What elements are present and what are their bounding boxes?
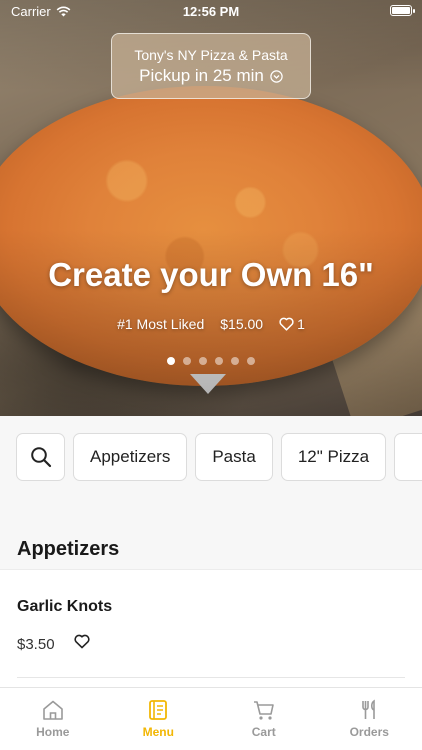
menu-item[interactable]: Garlic Knots $3.50 bbox=[0, 569, 422, 687]
cart-icon bbox=[252, 699, 276, 721]
section-title: Appetizers bbox=[17, 538, 120, 560]
category-pasta[interactable]: Pasta bbox=[195, 433, 273, 481]
category-12-pizza[interactable]: 12" Pizza bbox=[280, 433, 387, 481]
tab-label: Orders bbox=[349, 725, 389, 739]
featured-price: $15.00 bbox=[220, 316, 264, 332]
search-icon bbox=[30, 446, 52, 468]
like-count: 1 bbox=[297, 316, 305, 332]
carousel-dot[interactable] bbox=[183, 357, 191, 365]
status-time: 12:56 PM bbox=[182, 4, 240, 19]
category-appetizers[interactable]: Appetizers bbox=[73, 433, 188, 481]
chevron-down-icon bbox=[270, 69, 283, 83]
status-bar: Carrier 12:56 PM bbox=[0, 0, 422, 24]
hero-banner[interactable]: Carrier 12:56 PM Tony's NY Pizza & Pasta… bbox=[0, 0, 422, 416]
tab-menu[interactable]: Menu bbox=[106, 688, 212, 750]
featured-title: Create your Own 16" bbox=[48, 256, 374, 293]
home-icon bbox=[41, 699, 65, 721]
carousel-dot[interactable] bbox=[215, 357, 223, 365]
featured-meta: #1 Most Liked $15.00 1 bbox=[0, 316, 422, 332]
carousel-dot[interactable] bbox=[199, 357, 207, 365]
tab-label: Menu bbox=[142, 725, 174, 739]
like-button[interactable]: 1 bbox=[279, 316, 305, 332]
fork-knife-icon bbox=[358, 699, 380, 721]
item-price: $3.50 bbox=[17, 636, 55, 653]
tab-home[interactable]: Home bbox=[0, 688, 106, 750]
carousel-dot[interactable] bbox=[231, 357, 239, 365]
item-name: Garlic Knots bbox=[17, 598, 113, 615]
favorite-button[interactable] bbox=[74, 634, 90, 649]
tab-cart[interactable]: Cart bbox=[211, 688, 317, 750]
carousel-dots bbox=[0, 357, 422, 365]
tab-orders[interactable]: Orders bbox=[317, 688, 422, 750]
tab-label: Cart bbox=[251, 725, 276, 739]
heart-icon bbox=[279, 317, 294, 331]
menu-book-icon bbox=[147, 699, 169, 721]
tab-bar: Home Menu Cart Orders bbox=[0, 687, 422, 750]
battery-icon bbox=[390, 5, 415, 16]
category-more[interactable] bbox=[394, 433, 422, 481]
pickup-time: Pickup in 25 min bbox=[139, 66, 264, 85]
tab-label: Home bbox=[36, 725, 70, 739]
store-name: Tony's NY Pizza & Pasta bbox=[134, 47, 288, 63]
store-selector[interactable]: Tony's NY Pizza & Pasta Pickup in 25 min bbox=[111, 33, 311, 99]
search-button[interactable] bbox=[16, 433, 65, 481]
carousel-dot[interactable] bbox=[247, 357, 255, 365]
category-bar: Appetizers Pasta 12" Pizza bbox=[16, 433, 422, 483]
most-liked-badge: #1 Most Liked bbox=[117, 316, 205, 332]
carousel-dot[interactable] bbox=[167, 357, 175, 365]
heart-icon bbox=[74, 634, 90, 649]
